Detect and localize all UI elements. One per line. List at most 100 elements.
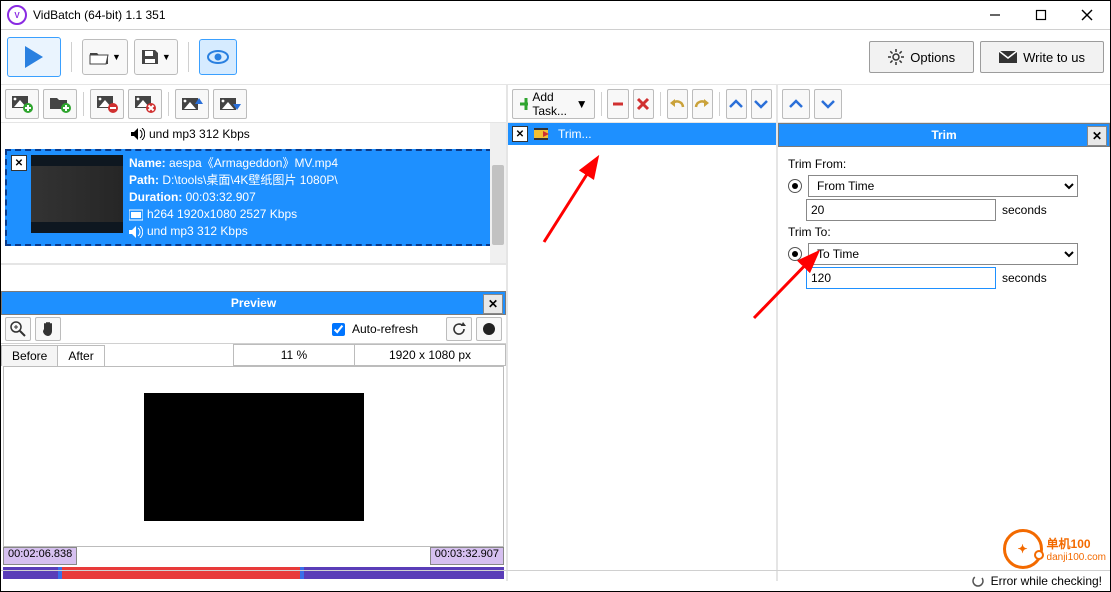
maximize-button[interactable] xyxy=(1018,1,1064,29)
trim-from-radio[interactable] xyxy=(788,179,802,193)
add-task-button[interactable]: Add Task...▼ xyxy=(512,89,595,119)
minus-icon xyxy=(611,97,625,111)
window-title: VidBatch (64-bit) 1.1 351 xyxy=(33,8,972,22)
preview-toolbar: Auto-refresh xyxy=(1,315,506,344)
status-bar: Error while checking! xyxy=(1,570,1110,591)
status-text: Error while checking! xyxy=(991,574,1102,588)
file-list-scrollbar[interactable] xyxy=(490,123,506,263)
file-list[interactable]: und mp3 312 Kbps ✕ Name: aespa《Armageddo… xyxy=(1,123,506,265)
tab-before[interactable]: Before xyxy=(1,345,58,366)
remove-item-button[interactable]: ✕ xyxy=(512,126,528,142)
time-end: 00:03:32.907 xyxy=(430,547,504,565)
circle-icon xyxy=(482,322,496,336)
magnifier-icon xyxy=(10,321,26,337)
trim-to-value-input[interactable] xyxy=(806,267,996,289)
pan-button[interactable] xyxy=(35,317,61,341)
save-button[interactable]: ▼ xyxy=(134,39,178,75)
open-button[interactable]: ▼ xyxy=(82,39,128,75)
tasks-toolbar: Add Task...▼ xyxy=(508,85,776,123)
mail-icon xyxy=(999,51,1017,63)
preview-header: Preview ✕ xyxy=(1,291,506,315)
refresh-icon xyxy=(451,321,467,337)
play-icon xyxy=(25,46,43,68)
close-button[interactable] xyxy=(1064,1,1110,29)
minimize-button[interactable] xyxy=(972,1,1018,29)
task-item-trim[interactable]: ✕ Trim... xyxy=(508,123,776,145)
eye-icon xyxy=(206,49,230,65)
hand-icon xyxy=(41,321,55,337)
preview-tabs: Before After 11 % 1920 x 1080 px xyxy=(1,344,506,366)
redo-button[interactable] xyxy=(692,89,713,119)
trim-to-radio[interactable] xyxy=(788,247,802,261)
preview-zoom: 11 % xyxy=(233,344,355,366)
refresh-button[interactable] xyxy=(446,317,472,341)
chevron-down-icon xyxy=(753,98,769,110)
undo-button[interactable] xyxy=(667,89,688,119)
write-to-us-button[interactable]: Write to us xyxy=(980,41,1104,73)
file-item[interactable]: ✕ Name: aespa《Armageddon》MV.mp4 Path: D:… xyxy=(5,149,502,246)
folder-open-icon xyxy=(89,49,109,65)
preview-close-button[interactable]: ✕ xyxy=(483,294,503,314)
trim-form: Trim From: From Time seconds Trim To: To… xyxy=(778,147,1110,297)
trim-from-mode-select[interactable]: From Time xyxy=(808,175,1078,197)
task-list[interactable]: ✕ Trim... xyxy=(508,123,776,581)
file-item-partial: und mp3 312 Kbps xyxy=(1,123,506,145)
titlebar: V VidBatch (64-bit) 1.1 351 xyxy=(1,1,1110,30)
properties-toolbar xyxy=(778,85,1110,123)
audio-icon xyxy=(129,226,143,238)
separator xyxy=(188,42,189,72)
main-toolbar: ▼ ▼ Options Write to us xyxy=(1,30,1110,85)
add-file-button[interactable] xyxy=(5,89,39,119)
task-up-button[interactable] xyxy=(726,89,747,119)
run-button[interactable] xyxy=(7,37,61,77)
preview-frame xyxy=(144,393,364,521)
record-button[interactable] xyxy=(476,317,502,341)
x-icon xyxy=(636,97,650,111)
video-icon xyxy=(129,209,143,221)
preview-canvas[interactable] xyxy=(3,366,504,547)
undo-icon xyxy=(668,97,686,111)
chevron-up-icon xyxy=(728,98,744,110)
remove-item-button[interactable]: ✕ xyxy=(11,155,27,171)
options-button[interactable]: Options xyxy=(869,41,974,73)
write-label: Write to us xyxy=(1023,50,1085,65)
tab-after[interactable]: After xyxy=(57,345,104,366)
time-start: 00:02:06.838 xyxy=(3,547,77,565)
task-down-button[interactable] xyxy=(751,89,772,119)
trim-icon xyxy=(534,126,552,142)
task-label: Trim... xyxy=(558,127,592,141)
trim-from-value-input[interactable] xyxy=(806,199,996,221)
app-icon: V xyxy=(7,5,27,25)
trim-close-button[interactable]: ✕ xyxy=(1087,126,1107,146)
add-folder-button[interactable] xyxy=(43,89,77,119)
clear-tasks-button[interactable] xyxy=(633,89,654,119)
trim-to-mode-select[interactable]: To Time xyxy=(808,243,1078,265)
gear-icon xyxy=(888,49,904,65)
chevron-up-icon xyxy=(788,98,804,110)
chevron-down-icon xyxy=(820,98,836,110)
move-file-down-button[interactable] xyxy=(213,89,247,119)
preview-toggle-button[interactable] xyxy=(199,39,237,75)
file-meta: Name: aespa《Armageddon》MV.mp4 Path: D:\t… xyxy=(129,155,496,240)
file-thumbnail xyxy=(31,155,123,233)
preview-dimensions: 1920 x 1080 px xyxy=(354,344,506,366)
auto-refresh-checkbox[interactable]: Auto-refresh xyxy=(328,320,418,339)
clear-files-button[interactable] xyxy=(128,89,162,119)
move-file-up-button[interactable] xyxy=(175,89,209,119)
plus-icon xyxy=(519,97,528,111)
prop-down-button[interactable] xyxy=(814,89,842,119)
trim-to-unit: seconds xyxy=(1002,271,1047,285)
zoom-button[interactable] xyxy=(5,317,31,341)
spinner-icon xyxy=(971,574,985,588)
trim-from-label: Trim From: xyxy=(788,157,1100,171)
redo-icon xyxy=(693,97,711,111)
remove-task-button[interactable] xyxy=(607,89,628,119)
trim-from-unit: seconds xyxy=(1002,203,1047,217)
prop-up-button[interactable] xyxy=(782,89,810,119)
remove-file-button[interactable] xyxy=(90,89,124,119)
files-toolbar xyxy=(1,85,506,123)
separator xyxy=(71,42,72,72)
options-label: Options xyxy=(910,50,955,65)
audio-icon xyxy=(131,128,145,140)
save-icon xyxy=(141,49,159,65)
